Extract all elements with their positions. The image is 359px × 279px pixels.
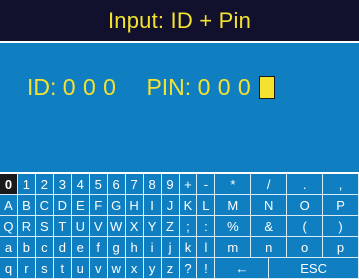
key-0-1[interactable]: 1 bbox=[17, 174, 36, 195]
key-2-5[interactable]: V bbox=[89, 216, 108, 237]
key-2-12[interactable]: % bbox=[215, 216, 252, 237]
key-1-11[interactable]: L bbox=[197, 195, 216, 216]
key-2-4[interactable]: U bbox=[71, 216, 90, 237]
key-4-0[interactable]: q bbox=[0, 258, 18, 279]
key-1-12[interactable]: M bbox=[215, 195, 252, 216]
id-value: 0 0 0 bbox=[62, 73, 117, 100]
pin-label: PIN: bbox=[146, 73, 192, 100]
key-0-4[interactable]: 4 bbox=[71, 174, 90, 195]
key-0-12[interactable]: * bbox=[215, 174, 252, 195]
screen-title-text: Input: ID + Pin bbox=[107, 7, 252, 33]
key-3-4[interactable]: e bbox=[71, 237, 90, 258]
key-2-3[interactable]: T bbox=[53, 216, 72, 237]
key-1-5[interactable]: F bbox=[89, 195, 108, 216]
key-4-12[interactable]: ← bbox=[215, 258, 270, 279]
key-3-6[interactable]: g bbox=[107, 237, 126, 258]
key-0-7[interactable]: 7 bbox=[125, 174, 144, 195]
key-1-13[interactable]: N bbox=[251, 195, 288, 216]
key-4-5[interactable]: v bbox=[89, 258, 108, 279]
key-3-0[interactable]: a bbox=[0, 237, 18, 258]
key-0-9[interactable]: 9 bbox=[161, 174, 180, 195]
key-1-9[interactable]: J bbox=[161, 195, 180, 216]
key-0-8[interactable]: 8 bbox=[143, 174, 162, 195]
key-4-8[interactable]: y bbox=[143, 258, 162, 279]
on-screen-keyboard: 0 1 2 3 4 5 6 7 8 9 + - * /., A B C D E F G H I J K L M N O P Q R S T U V W X… bbox=[0, 172, 359, 279]
key-0-2[interactable]: 2 bbox=[35, 174, 54, 195]
key-3-12[interactable]: m bbox=[215, 237, 252, 258]
key-4-9[interactable]: z bbox=[161, 258, 180, 279]
key-2-14[interactable]: ( bbox=[287, 216, 324, 237]
key-2-13[interactable]: & bbox=[251, 216, 288, 237]
key-0-5[interactable]: 5 bbox=[89, 174, 108, 195]
pin-value: 0 0 0 bbox=[197, 73, 252, 100]
credential-entry: ID: 0 0 0 PIN: 0 0 0 bbox=[27, 70, 276, 104]
key-2-15[interactable]: ) bbox=[323, 216, 359, 237]
key-3-10[interactable]: k bbox=[179, 237, 198, 258]
key-4-10[interactable]: ? bbox=[179, 258, 198, 279]
key-2-7[interactable]: X bbox=[125, 216, 144, 237]
key-2-9[interactable]: Z bbox=[161, 216, 180, 237]
key-0-3[interactable]: 3 bbox=[53, 174, 72, 195]
key-4-6[interactable]: w bbox=[107, 258, 126, 279]
key-0-6[interactable]: 6 bbox=[107, 174, 126, 195]
key-2-10[interactable]: ; bbox=[179, 216, 198, 237]
key-4-1[interactable]: r bbox=[17, 258, 36, 279]
key-3-3[interactable]: d bbox=[53, 237, 72, 258]
key-4-4[interactable]: u bbox=[71, 258, 90, 279]
key-1-4[interactable]: E bbox=[71, 195, 90, 216]
key-2-2[interactable]: S bbox=[35, 216, 54, 237]
key-0-14[interactable]: . bbox=[287, 174, 324, 195]
key-0-0[interactable]: 0 bbox=[0, 174, 18, 195]
key-2-6[interactable]: W bbox=[107, 216, 126, 237]
key-3-11[interactable]: l bbox=[197, 237, 216, 258]
key-1-2[interactable]: C bbox=[35, 195, 54, 216]
key-4-13[interactable]: ESC bbox=[269, 258, 359, 279]
key-3-8[interactable]: i bbox=[143, 237, 162, 258]
key-1-15[interactable]: P bbox=[323, 195, 359, 216]
key-1-1[interactable]: B bbox=[17, 195, 36, 216]
key-3-13[interactable]: n bbox=[251, 237, 288, 258]
key-4-11[interactable]: ! bbox=[197, 258, 216, 279]
key-4-7[interactable]: x bbox=[125, 258, 144, 279]
key-3-5[interactable]: f bbox=[89, 237, 108, 258]
screen-title: Input: ID + Pin bbox=[0, 0, 359, 41]
key-2-11[interactable]: : bbox=[197, 216, 216, 237]
key-0-13[interactable]: / bbox=[251, 174, 288, 195]
id-label: ID: bbox=[27, 73, 57, 100]
key-0-15[interactable]: , bbox=[323, 174, 359, 195]
key-4-3[interactable]: t bbox=[53, 258, 72, 279]
text-cursor bbox=[259, 75, 276, 99]
key-1-8[interactable]: I bbox=[143, 195, 162, 216]
key-3-15[interactable]: p bbox=[323, 237, 359, 258]
key-3-2[interactable]: c bbox=[35, 237, 54, 258]
key-2-1[interactable]: R bbox=[17, 216, 36, 237]
key-2-0[interactable]: Q bbox=[0, 216, 18, 237]
key-2-8[interactable]: Y bbox=[143, 216, 162, 237]
key-1-0[interactable]: A bbox=[0, 195, 18, 216]
key-1-6[interactable]: G bbox=[107, 195, 126, 216]
key-3-14[interactable]: o bbox=[287, 237, 324, 258]
key-3-9[interactable]: j bbox=[161, 237, 180, 258]
key-1-7[interactable]: H bbox=[125, 195, 144, 216]
key-3-1[interactable]: b bbox=[17, 237, 36, 258]
key-1-10[interactable]: K bbox=[179, 195, 198, 216]
key-1-14[interactable]: O bbox=[287, 195, 324, 216]
key-0-11[interactable]: - bbox=[197, 174, 216, 195]
key-1-3[interactable]: D bbox=[53, 195, 72, 216]
key-0-10[interactable]: + bbox=[179, 174, 198, 195]
key-4-2[interactable]: s bbox=[35, 258, 54, 279]
key-3-7[interactable]: h bbox=[125, 237, 144, 258]
